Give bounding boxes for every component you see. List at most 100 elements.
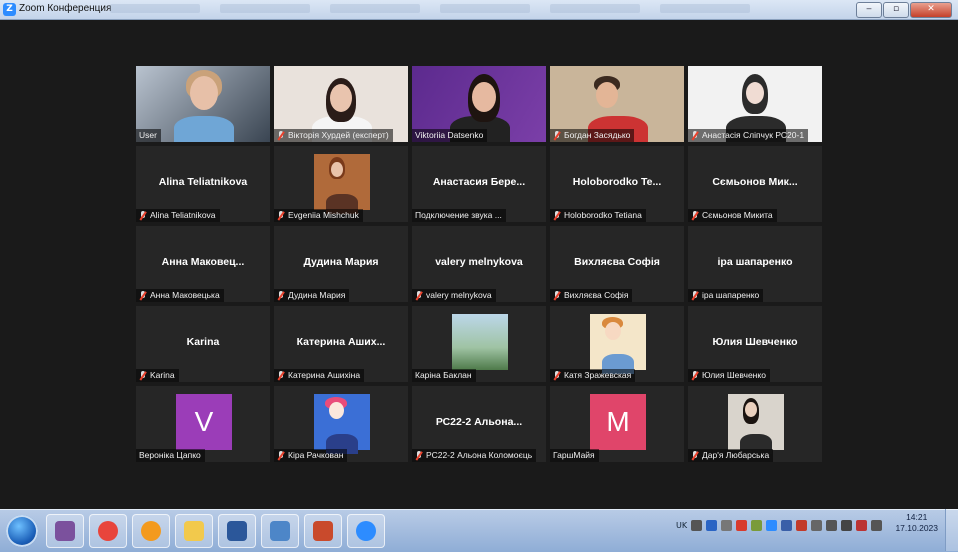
participant-tile[interactable]: valery melnykova valery melnykova — [412, 226, 546, 302]
acrobat-icon[interactable] — [736, 519, 748, 531]
language-indicator[interactable]: UK — [676, 521, 687, 530]
participant-tile[interactable]: Богдан Засядько — [550, 66, 684, 142]
printer-icon[interactable] — [811, 519, 823, 531]
participant-name: Дудина Мария — [288, 290, 346, 300]
participant-name-label: Вікторія Хурдей (експерт) — [274, 129, 393, 142]
participant-tile[interactable]: Дар'я Любарська — [688, 386, 822, 462]
participant-name-label: Дар'я Любарська — [688, 449, 774, 462]
help-icon[interactable] — [706, 519, 718, 531]
participant-tile[interactable]: Viktoriia Datsenko — [412, 66, 546, 142]
network-app-icon[interactable] — [751, 519, 763, 531]
flag-icon[interactable] — [856, 519, 868, 531]
participant-name-label: User — [136, 129, 161, 142]
participant-name: Катя Зражевская — [564, 370, 632, 380]
muted-mic-icon — [691, 130, 699, 141]
muted-mic-icon — [553, 370, 561, 381]
keyboard-icon[interactable] — [691, 519, 703, 531]
taskbar-app-button[interactable] — [304, 514, 342, 548]
participant-display-name: Holoborodko Te... — [572, 176, 662, 188]
participant-name: Анастасія Сліпчук РС20-1 — [702, 130, 805, 140]
participant-display-name: Анна Маковец... — [161, 256, 245, 268]
participant-name-label: Karina — [136, 369, 179, 382]
muted-mic-icon — [277, 450, 285, 461]
participant-tile[interactable]: Alina Teliatnikova Alina Teliatnikova — [136, 146, 270, 222]
volume-icon[interactable] — [871, 519, 883, 531]
participant-tile[interactable]: Каріна Баклан — [412, 306, 546, 382]
participant-tile[interactable]: Юлия Шевченко Юлия Шевченко — [688, 306, 822, 382]
muted-mic-icon — [691, 290, 699, 301]
participant-video — [314, 394, 370, 454]
participant-tile[interactable]: Karina Karina — [136, 306, 270, 382]
background-tabs — [110, 4, 810, 15]
security-icon[interactable] — [781, 519, 793, 531]
participant-name-label: Анна Маковецька — [136, 289, 224, 302]
taskbar-app-button[interactable] — [175, 514, 213, 548]
participant-tile[interactable]: User — [136, 66, 270, 142]
participant-tile[interactable]: V Вероніка Цапко — [136, 386, 270, 462]
muted-mic-icon — [277, 130, 285, 141]
pen-icon[interactable] — [721, 519, 733, 531]
clock[interactable]: 14:21 17.10.2023 — [895, 512, 938, 534]
taskbar-app-button[interactable] — [132, 514, 170, 548]
taskbar-app-button[interactable] — [347, 514, 385, 548]
participant-tile[interactable]: РС22-2 Альона... РС22-2 Альона Коломоєць — [412, 386, 546, 462]
participant-tile[interactable]: Вихляєва Софія Вихляєва Софія — [550, 226, 684, 302]
window-title-bar[interactable]: Z Zoom Конференция ‒ ▫ ✕ — [0, 0, 958, 20]
participant-display-name: Катерина Аших... — [296, 336, 386, 348]
file-explorer-icon — [184, 521, 204, 541]
participant-tile[interactable]: Кіра Рачкован — [274, 386, 408, 462]
participant-tile[interactable]: Анна Маковец... Анна Маковецька — [136, 226, 270, 302]
word-icon — [227, 521, 247, 541]
taskbar-app-button[interactable] — [218, 514, 256, 548]
participant-display-name: Дудина Мария — [303, 256, 379, 268]
letter-avatar: M — [590, 394, 646, 450]
viber-icon — [55, 521, 75, 541]
maximize-button[interactable]: ▫ — [883, 2, 909, 18]
signal-icon[interactable] — [841, 519, 853, 531]
participant-tile[interactable]: Катя Зражевская — [550, 306, 684, 382]
participant-tile[interactable]: іра шапаренко іра шапаренко — [688, 226, 822, 302]
participant-tile[interactable]: Дудина Мария Дудина Мария — [274, 226, 408, 302]
participant-display-name: іра шапаренко — [717, 256, 793, 268]
photo-viewer-icon — [270, 521, 290, 541]
participant-name-label: Юлия Шевченко — [688, 369, 770, 382]
participant-name-label: Катя Зражевская — [550, 369, 636, 382]
participant-tile[interactable]: Катерина Аших... Катерина Ашихіна — [274, 306, 408, 382]
participant-name-label: Подключение звука ... — [412, 209, 506, 222]
participant-name: РС22-2 Альона Коломоєць — [426, 450, 533, 460]
participant-name: Каріна Баклан — [415, 370, 472, 380]
participant-name-label: Кіра Рачкован — [274, 449, 348, 462]
zoom-icon — [356, 521, 376, 541]
taskbar-app-button[interactable] — [46, 514, 84, 548]
muted-mic-icon — [691, 370, 699, 381]
close-button[interactable]: ✕ — [910, 2, 952, 18]
participant-name-label: Катерина Ашихіна — [274, 369, 365, 382]
participant-tile[interactable]: M ГаршМайя — [550, 386, 684, 462]
participant-tile[interactable]: Анастасія Сліпчук РС20-1 — [688, 66, 822, 142]
window-title: Zoom Конференция — [19, 3, 112, 14]
participant-display-name: Анастасия Бере... — [432, 176, 526, 188]
taskbar-app-button[interactable] — [89, 514, 127, 548]
taskbar-app-button[interactable] — [261, 514, 299, 548]
muted-mic-icon — [277, 290, 285, 301]
participant-display-name: Karina — [186, 336, 220, 348]
usb-icon[interactable] — [826, 519, 838, 531]
participant-name-label: Вероніка Цапко — [136, 449, 205, 462]
participant-tile[interactable]: Evgeniia Mishchuk — [274, 146, 408, 222]
minimize-button[interactable]: ‒ — [856, 2, 882, 18]
participant-tile[interactable]: Вікторія Хурдей (експерт) — [274, 66, 408, 142]
antivirus-icon[interactable] — [796, 519, 808, 531]
show-desktop-button[interactable] — [945, 509, 958, 551]
participant-name-label: Alina Teliatnikova — [136, 209, 220, 222]
participant-name: Karina — [150, 370, 175, 380]
participant-name: Holoborodko Tetiana — [564, 210, 642, 220]
participant-name-label: Сємьонов Микита — [688, 209, 777, 222]
participant-display-name: valery melnykova — [435, 256, 523, 268]
participant-tile[interactable]: Holoborodko Te... Holoborodko Tetiana — [550, 146, 684, 222]
zoom-tray-icon[interactable] — [766, 519, 778, 531]
start-button[interactable] — [6, 515, 38, 547]
participant-display-name: РС22-2 Альона... — [435, 416, 523, 428]
participant-tile[interactable]: Сємьонов Мик... Сємьонов Микита — [688, 146, 822, 222]
participant-name: Катерина Ашихіна — [288, 370, 361, 380]
participant-tile[interactable]: Анастасия Бере... Подключение звука ... — [412, 146, 546, 222]
